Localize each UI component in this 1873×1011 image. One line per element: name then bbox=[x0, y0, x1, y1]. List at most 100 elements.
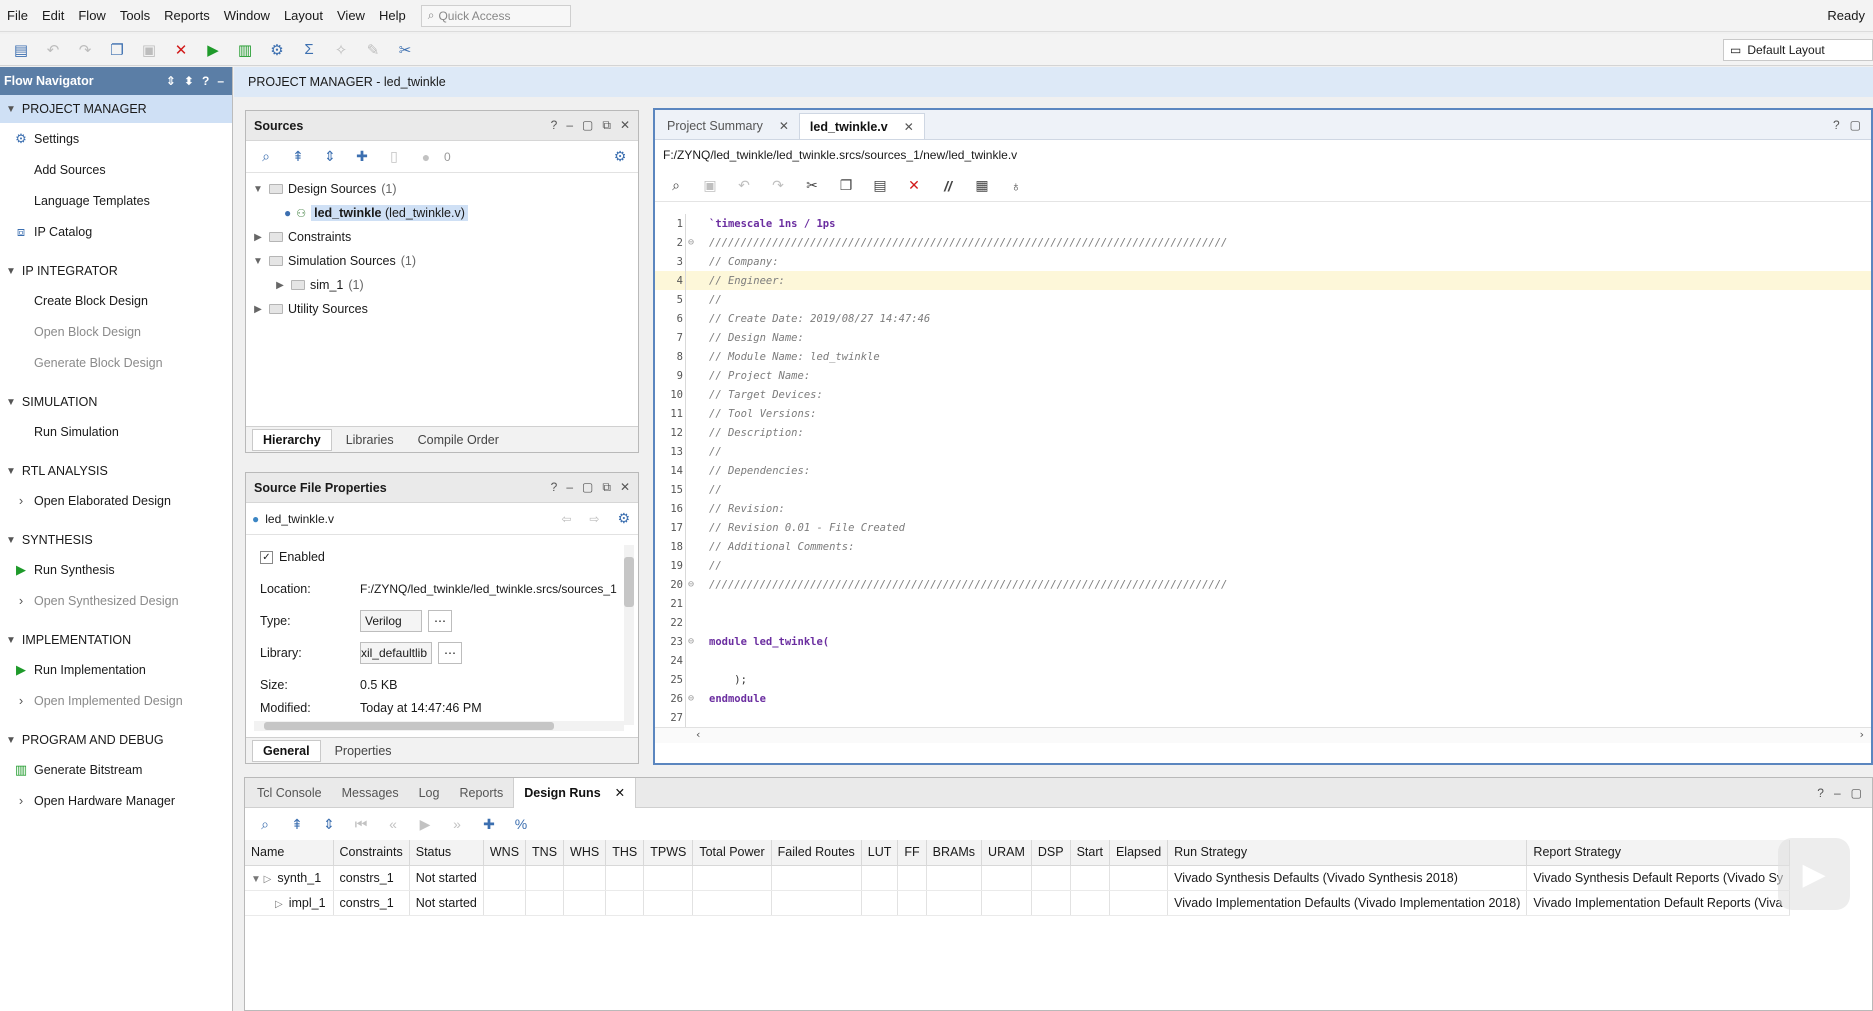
code-line[interactable]: 4 // Engineer: bbox=[655, 271, 1871, 290]
horizontal-scrollbar[interactable] bbox=[254, 721, 624, 731]
menu-file[interactable]: File bbox=[0, 8, 35, 23]
first-icon[interactable]: ⏮ bbox=[347, 812, 375, 836]
expand-icon[interactable]: ⬍ bbox=[184, 74, 194, 88]
run-icon[interactable]: ▶ bbox=[198, 37, 228, 63]
column-header[interactable]: TPWS bbox=[643, 840, 694, 866]
gear-icon[interactable]: ⚙ bbox=[617, 510, 630, 527]
code-line[interactable]: 8 // Module Name: led_twinkle bbox=[655, 347, 1871, 366]
code-line[interactable]: 6 // Create Date: 2019/08/27 14:47:46 bbox=[655, 309, 1871, 328]
add-icon[interactable]: ✚ bbox=[348, 145, 376, 169]
minimize-icon[interactable]: – bbox=[217, 74, 224, 88]
quick-access-input[interactable]: ⌕ Quick Access bbox=[420, 4, 571, 27]
tree-top-module[interactable]: ● ⚇ led_twinkle (led_twinkle.v) bbox=[252, 201, 632, 225]
close-icon[interactable]: ✕ bbox=[615, 785, 625, 800]
code-line[interactable]: 7 // Design Name: bbox=[655, 328, 1871, 347]
tab-compile-order[interactable]: Compile Order bbox=[408, 430, 509, 450]
menu-flow[interactable]: Flow bbox=[71, 8, 112, 23]
tab-hierarchy[interactable]: Hierarchy bbox=[252, 428, 332, 451]
code-line[interactable]: 17 // Revision 0.01 - File Created bbox=[655, 518, 1871, 537]
redo-icon[interactable]: ↷ bbox=[763, 174, 793, 198]
file-info-icon[interactable]: ▯ bbox=[380, 145, 408, 169]
next-icon[interactable]: » bbox=[443, 812, 471, 836]
search-icon[interactable]: ⌕ bbox=[251, 812, 279, 836]
table-row[interactable]: ▼ ▷ synth_1 constrs_1 Not started Vivado Syn… bbox=[245, 865, 1791, 891]
menu-tools[interactable]: Tools bbox=[113, 8, 157, 23]
column-header[interactable]: Start bbox=[1070, 840, 1110, 866]
flow-item-open-implemented-design[interactable]: › Open Implemented Design bbox=[0, 685, 232, 716]
code-line[interactable]: 26 ⊖ endmodule bbox=[655, 689, 1871, 708]
tools-icon[interactable]: ✂ bbox=[390, 37, 420, 63]
help-icon[interactable]: ? bbox=[551, 118, 558, 133]
code-line[interactable]: 21 bbox=[655, 594, 1871, 613]
column-header[interactable]: Constraints bbox=[333, 840, 410, 866]
code-line[interactable]: 22 bbox=[655, 613, 1871, 632]
pencil-icon[interactable]: ✎ bbox=[358, 37, 388, 63]
settings-icon[interactable]: ⚙ bbox=[262, 37, 292, 63]
code-line[interactable]: 14 // Dependencies: bbox=[655, 461, 1871, 480]
tab-messages[interactable]: Messages bbox=[332, 778, 409, 808]
menu-reports[interactable]: Reports bbox=[157, 8, 217, 23]
bitstream-icon[interactable]: ▥ bbox=[230, 37, 260, 63]
copy-icon[interactable]: ❐ bbox=[831, 174, 861, 198]
menu-view[interactable]: View bbox=[330, 8, 372, 23]
comment-toggle-icon[interactable]: // bbox=[933, 174, 963, 198]
close-icon[interactable]: ✕ bbox=[620, 480, 630, 495]
tab-design-runs[interactable]: Design Runs ✕ bbox=[513, 777, 637, 808]
back-arrow-icon[interactable]: ⇦ bbox=[561, 512, 571, 526]
code-line[interactable]: 18 // Additional Comments: bbox=[655, 537, 1871, 556]
play-overlay-icon[interactable]: ▶ bbox=[1778, 838, 1850, 910]
column-header[interactable]: Status bbox=[409, 840, 484, 866]
tab-project-summary[interactable]: Project Summary ✕ bbox=[657, 113, 799, 139]
flow-section-ip-integrator[interactable]: ▼ IP INTEGRATOR bbox=[0, 257, 232, 285]
expanded-chevron-icon[interactable]: ▼ bbox=[6, 397, 16, 408]
expanded-chevron-icon[interactable]: ▼ bbox=[6, 266, 16, 277]
paste-icon[interactable]: ▣ bbox=[134, 37, 164, 63]
flow-item-generate-bitstream[interactable]: ▥ Generate Bitstream bbox=[0, 754, 232, 785]
tab-tcl-console[interactable]: Tcl Console bbox=[247, 778, 332, 808]
expanded-chevron-icon[interactable]: ▼ bbox=[6, 535, 16, 546]
expanded-chevron-icon[interactable]: ▼ bbox=[252, 256, 264, 267]
column-header[interactable]: Run Strategy bbox=[1167, 840, 1528, 866]
sigma-icon[interactable]: Σ bbox=[294, 37, 324, 63]
percent-icon[interactable]: % bbox=[507, 812, 535, 836]
column-header[interactable]: FF bbox=[897, 840, 927, 866]
column-header[interactable]: THS bbox=[605, 840, 645, 866]
run-icon[interactable]: ▶ bbox=[411, 812, 439, 836]
tree-sim-1[interactable]: ▶ sim_1 (1) bbox=[252, 273, 632, 297]
menu-window[interactable]: Window bbox=[217, 8, 277, 23]
code-line[interactable]: 19 // bbox=[655, 556, 1871, 575]
flow-item-open-synthesized-design[interactable]: › Open Synthesized Design bbox=[0, 585, 232, 616]
expand-all-icon[interactable]: ⇕ bbox=[315, 812, 343, 836]
code-line[interactable]: 23 ⊖ module led_twinkle( bbox=[655, 632, 1871, 651]
restore-icon[interactable]: ▢ bbox=[582, 480, 593, 495]
menu-help[interactable]: Help bbox=[372, 8, 413, 23]
forward-arrow-icon[interactable]: ⇨ bbox=[589, 512, 599, 526]
column-header[interactable]: WNS bbox=[483, 840, 527, 866]
expanded-chevron-icon[interactable]: ▼ bbox=[6, 104, 16, 115]
column-header[interactable]: Report Strategy bbox=[1526, 840, 1791, 866]
code-area[interactable]: 1 `timescale 1ns / 1ps 2 ⊖/////////////////… bbox=[655, 214, 1871, 743]
flow-item-ip-catalog[interactable]: ⧈ IP Catalog bbox=[0, 216, 232, 247]
collapsed-chevron-icon[interactable]: ▶ bbox=[252, 304, 264, 315]
tab-properties[interactable]: Properties bbox=[325, 741, 402, 761]
expanded-chevron-icon[interactable]: ▼ bbox=[6, 735, 16, 746]
delete-icon[interactable]: ✕ bbox=[166, 37, 196, 63]
flow-item-create-block-design[interactable]: Create Block Design bbox=[0, 285, 232, 316]
tree-utility-sources[interactable]: ▶ Utility Sources bbox=[252, 297, 632, 321]
tree-constraints[interactable]: ▶ Constraints bbox=[252, 225, 632, 249]
collapsed-chevron-icon[interactable]: ▶ bbox=[274, 280, 286, 291]
code-line[interactable]: 25 ); bbox=[655, 670, 1871, 689]
flow-item-language-templates[interactable]: Language Templates bbox=[0, 185, 232, 216]
copy-icon[interactable]: ❐ bbox=[102, 37, 132, 63]
vertical-scrollbar[interactable] bbox=[624, 545, 634, 725]
code-line[interactable]: 15 // bbox=[655, 480, 1871, 499]
paste-icon[interactable]: ▤ bbox=[865, 174, 895, 198]
restore-icon[interactable]: ▢ bbox=[582, 118, 593, 133]
scroll-right-icon[interactable]: › bbox=[1858, 728, 1865, 741]
horizontal-scrollbar[interactable]: ‹ › bbox=[655, 727, 1871, 743]
help-icon[interactable]: ? bbox=[1833, 118, 1840, 132]
column-header[interactable]: TNS bbox=[525, 840, 565, 866]
code-line[interactable]: 11 // Tool Versions: bbox=[655, 404, 1871, 423]
expanded-chevron-icon[interactable]: ▼ bbox=[6, 466, 16, 477]
column-header[interactable]: Total Power bbox=[692, 840, 772, 866]
